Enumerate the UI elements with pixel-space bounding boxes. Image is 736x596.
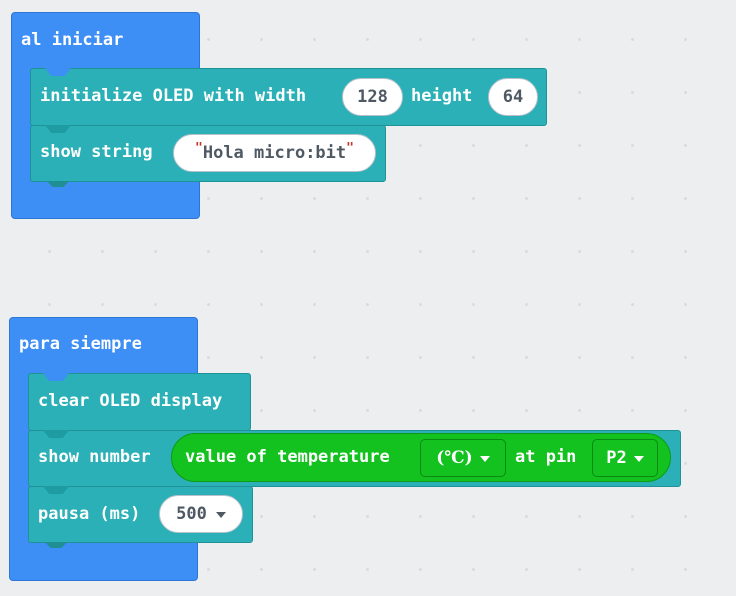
temperature-reporter-label: value of temperature [185,447,390,467]
initialize-oled-label: initialize OLED with width [40,86,307,106]
chevron-down-icon [479,456,490,462]
open-quote-icon: " [195,140,203,156]
at-pin-label: at pin [515,447,577,467]
close-quote-icon: " [346,140,354,156]
chevron-down-icon [633,456,644,462]
pin-value: P2 [606,448,627,468]
pause-duration-dropdown[interactable]: 500 [159,495,243,533]
clear-oled-label: clear OLED display [38,391,223,411]
pause-label: pausa (ms) [38,504,141,524]
temperature-unit-dropdown[interactable]: (℃) [420,439,506,477]
pause-duration-value: 500 [176,504,207,524]
temperature-unit-value: (℃) [436,448,473,468]
chevron-down-icon [215,512,226,518]
height-label: height [411,86,473,106]
oled-height-input[interactable]: 64 [488,78,538,116]
on-start-label: al iniciar [21,30,124,50]
show-number-label: show number [38,447,151,467]
oled-width-input[interactable]: 128 [342,78,403,116]
blocks-workspace[interactable]: al iniciar initialize OLED with width 12… [0,0,736,596]
string-value-input[interactable]: " Hola micro:bit " [173,134,376,172]
show-string-label: show string [40,142,153,162]
string-value: Hola micro:bit [202,143,347,163]
pin-dropdown[interactable]: P2 [592,439,658,477]
forever-label: para siempre [19,334,142,354]
